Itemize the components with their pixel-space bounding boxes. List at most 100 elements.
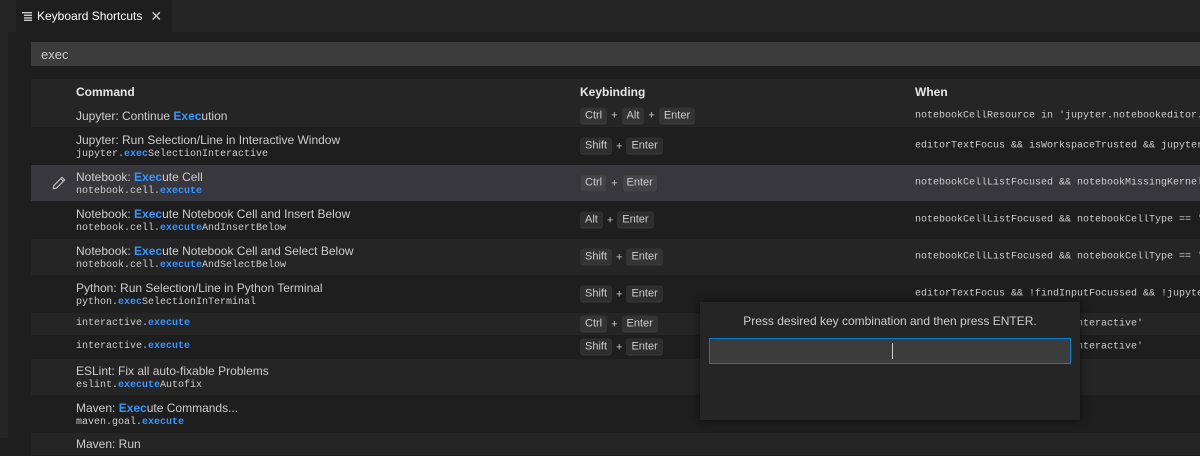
keybinding-cell: Ctrl + Enter bbox=[580, 174, 658, 192]
command-title-text: Notebook: bbox=[76, 207, 135, 221]
key-label: Enter bbox=[658, 107, 696, 124]
keybinding-cell: Ctrl + Enter bbox=[580, 315, 658, 333]
key-label: Enter bbox=[626, 338, 663, 356]
command-id-text: AndInsertBelow bbox=[202, 223, 287, 234]
command-cell: Jupyter: Run Selection/Line in Interacti… bbox=[76, 132, 340, 162]
key-separator: + bbox=[611, 177, 618, 189]
command-id: notebook.cell.executeAndInsertBelow bbox=[76, 222, 350, 236]
command-title: Notebook: Execute Cell bbox=[76, 169, 203, 185]
table-row[interactable]: Notebook: Execute Cell notebook.cell.exec… bbox=[31, 165, 1200, 202]
key-separator: + bbox=[648, 109, 655, 122]
command-id-text: eslint. bbox=[76, 380, 119, 391]
command-id-text: interactive. bbox=[76, 341, 149, 352]
table-row[interactable]: Notebook: Execute Notebook Cell and Inse… bbox=[31, 202, 1200, 239]
key-label: Enter bbox=[621, 315, 658, 333]
command-title-text: ESLint: Fix all auto-fixable Problems bbox=[76, 364, 269, 378]
when-clause: notebookCellResource in 'jupyter.noteboo… bbox=[915, 110, 1200, 121]
command-title-text: Jupyter: Run Selection/Line in Interacti… bbox=[76, 133, 341, 147]
key-label: Shift bbox=[580, 137, 613, 155]
table-header: Command Keybinding When bbox=[31, 79, 1200, 104]
text-caret bbox=[892, 343, 893, 359]
command-cell: Notebook: Execute Cell notebook.cell.exec… bbox=[76, 169, 203, 199]
key-separator: + bbox=[611, 318, 618, 330]
edit-icon[interactable] bbox=[52, 176, 66, 190]
command-id-text: AndSelectBelow bbox=[202, 260, 287, 271]
search-match-highlight: execute bbox=[148, 341, 191, 352]
command-title: ESLint: Fix all auto-fixable Problems bbox=[76, 363, 269, 379]
command-title-text: ute Notebook Cell and Select Below bbox=[162, 244, 354, 258]
command-cell: Python: Run Selection/Line in Python Ter… bbox=[76, 280, 323, 310]
key-label: Enter bbox=[617, 211, 654, 229]
command-title-text: ute Cell bbox=[162, 170, 203, 184]
command-id-text: Autofix bbox=[160, 380, 203, 391]
keybinding-cell: Shift + Enter bbox=[580, 285, 663, 303]
when-clause: notebookCellListFocused && notebookCellT… bbox=[915, 214, 1200, 226]
key-combination-input[interactable] bbox=[709, 338, 1071, 364]
tab-keyboard-shortcuts[interactable]: Keyboard Shortcuts ✕ bbox=[16, 0, 172, 32]
search-match-highlight: Exec bbox=[118, 401, 147, 415]
keybinding-cell: Shift + Enter bbox=[580, 338, 663, 356]
when-clause: notebookCellListFocused && notebookMissi… bbox=[915, 177, 1200, 189]
table-row[interactable]: Jupyter: Continue Execution Ctrl + Alt + Ente… bbox=[31, 104, 1200, 128]
search-match-highlight: Exec bbox=[134, 170, 163, 184]
command-cell: ESLint: Fix all auto-fixable Problems esl… bbox=[76, 363, 269, 393]
keybinding-cell: Ctrl + Alt + Enter bbox=[580, 107, 696, 124]
key-label: Ctrl bbox=[580, 107, 608, 124]
when-clause: notebookCellListFocused && notebookCellT… bbox=[915, 251, 1200, 263]
command-cell: interactive.execute bbox=[76, 340, 190, 354]
table-row[interactable]: Notebook: Execute Notebook Cell and Sele… bbox=[31, 239, 1200, 276]
command-id: notebook.cell.execute bbox=[76, 185, 203, 199]
command-title: Notebook: Execute Notebook Cell and Inse… bbox=[76, 206, 350, 222]
command-title-text: ution bbox=[201, 108, 228, 123]
command-id: eslint.executeAutofix bbox=[76, 379, 269, 393]
key-label: Enter bbox=[621, 174, 658, 192]
dialog-message: Press desired key combination and then p… bbox=[743, 314, 1037, 328]
when-clause: editorTextFocus && !findInputFocussed &&… bbox=[915, 288, 1200, 300]
command-title-text: Notebook: bbox=[76, 170, 135, 184]
search-match-highlight: execute bbox=[160, 260, 203, 271]
command-id: interactive.execute bbox=[76, 317, 190, 331]
command-title-text: ute Commands... bbox=[146, 401, 239, 415]
search-match-highlight: Exec bbox=[134, 207, 163, 221]
key-label: Enter bbox=[626, 285, 663, 303]
keybinding-cell: Shift + Enter bbox=[580, 248, 663, 266]
search-match-highlight: execute bbox=[160, 186, 203, 197]
search-match-highlight: execute bbox=[142, 417, 185, 428]
search-match-highlight: execute bbox=[118, 380, 161, 391]
key-separator: + bbox=[606, 214, 614, 226]
command-cell: Maven: Run bbox=[76, 436, 141, 452]
command-title: Python: Run Selection/Line in Python Ter… bbox=[76, 280, 323, 296]
command-cell: Notebook: Execute Notebook Cell and Sele… bbox=[76, 243, 354, 273]
command-id-text: SelectionInteractive bbox=[148, 149, 269, 160]
key-separator: + bbox=[616, 140, 623, 152]
table-row[interactable]: Jupyter: Run Selection/Line in Interacti… bbox=[31, 128, 1200, 165]
column-header-command: Command bbox=[76, 85, 135, 99]
command-title: Maven: Execute Commands... bbox=[76, 400, 238, 416]
key-separator: + bbox=[611, 109, 618, 122]
key-label: Ctrl bbox=[580, 315, 608, 333]
search-match-highlight: Exec bbox=[173, 108, 202, 123]
key-separator: + bbox=[616, 288, 623, 300]
left-gutter bbox=[0, 0, 8, 438]
keybindings-search-input[interactable] bbox=[31, 42, 1200, 66]
search-match-highlight: execute bbox=[160, 223, 203, 234]
define-keybinding-dialog: Press desired key combination and then p… bbox=[700, 302, 1080, 420]
close-icon[interactable]: ✕ bbox=[150, 8, 162, 25]
column-header-when: When bbox=[915, 85, 948, 99]
command-cell: Notebook: Execute Notebook Cell and Inse… bbox=[76, 206, 350, 236]
command-title-text: Maven: bbox=[76, 401, 119, 415]
command-title-text: Notebook: bbox=[76, 244, 135, 258]
command-title-text: Python: Run Selection/Line in Python Ter… bbox=[76, 281, 323, 295]
table-row[interactable]: Maven: Run bbox=[31, 433, 1200, 456]
key-label: Shift bbox=[580, 338, 613, 356]
command-id-text: maven.goal. bbox=[76, 417, 143, 428]
command-id: python.execSelectionInTerminal bbox=[76, 296, 323, 310]
command-id: interactive.execute bbox=[76, 340, 190, 354]
command-id-text: notebook.cell. bbox=[76, 223, 161, 234]
command-id-text: jupyter. bbox=[76, 149, 125, 160]
key-label: Alt bbox=[621, 107, 645, 124]
key-label: Ctrl bbox=[580, 174, 608, 192]
key-label: Shift bbox=[580, 285, 613, 303]
search-match-highlight: exec bbox=[124, 149, 149, 160]
command-id-text: SelectionInTerminal bbox=[142, 297, 257, 308]
